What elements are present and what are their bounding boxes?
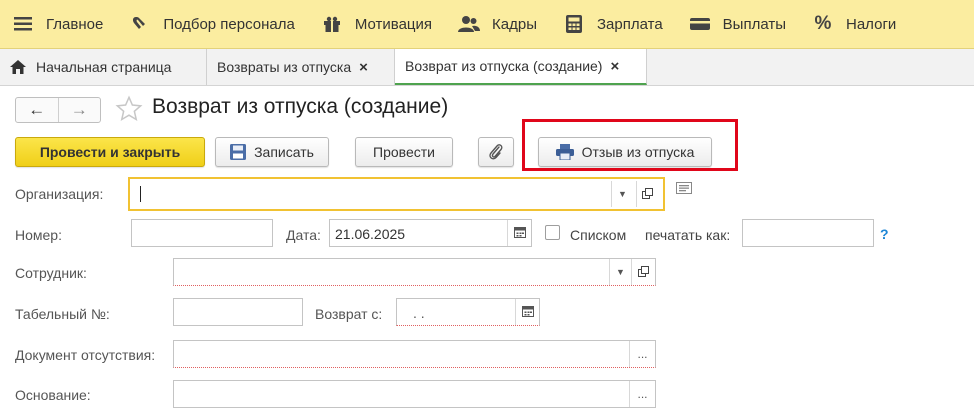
organization-label: Организация: — [15, 186, 104, 202]
organization-dropdown-button[interactable]: ▼ — [611, 181, 633, 207]
section-main[interactable]: Главное — [0, 0, 117, 48]
date-calendar-button[interactable] — [507, 220, 531, 246]
basis-label: Основание: — [15, 387, 91, 403]
number-input[interactable] — [131, 219, 273, 247]
number-label: Номер: — [15, 227, 62, 243]
tab-number-label: Табельный №: — [15, 306, 110, 322]
open-form-icon — [638, 265, 649, 279]
section-taxes[interactable]: % Налоги — [800, 0, 910, 48]
return-from-value: . . — [413, 305, 425, 321]
absence-document-select-button[interactable]: ... — [629, 341, 655, 367]
paperclip-icon — [488, 143, 504, 161]
return-from-field[interactable]: . . — [396, 298, 540, 326]
tab-number-input[interactable] — [173, 298, 303, 326]
print-as-input[interactable] — [742, 219, 874, 247]
chevron-down-icon: ▼ — [616, 267, 625, 277]
highlight-frame — [522, 119, 738, 171]
organization-field-focus: ▼ — [128, 177, 665, 211]
tab-label: Возврат из отпуска (создание) — [405, 58, 603, 74]
basis-field[interactable]: ... — [173, 380, 656, 408]
basis-select-button[interactable]: ... — [629, 381, 655, 407]
section-label: Налоги — [846, 15, 897, 33]
section-payments[interactable]: Выплаты — [677, 0, 800, 48]
wallet-icon — [689, 13, 711, 35]
save-icon — [230, 144, 247, 160]
date-field[interactable]: 21.06.2025 — [329, 219, 532, 247]
employee-dropdown-button[interactable]: ▼ — [609, 259, 631, 285]
organization-field[interactable] — [133, 181, 611, 207]
section-label: Главное — [46, 15, 104, 33]
date-value: 21.06.2025 — [335, 226, 406, 242]
tab-vacation-return-create[interactable]: Возврат из отпуска (создание) × — [395, 49, 647, 85]
back-button[interactable]: ← — [16, 98, 58, 122]
chevron-down-icon: ▼ — [618, 189, 627, 199]
attach-button[interactable] — [478, 137, 514, 167]
list-checkbox[interactable] — [545, 225, 560, 240]
users-icon — [458, 13, 481, 35]
date-label: Дата: — [286, 227, 321, 243]
return-from-calendar-button[interactable] — [515, 299, 539, 325]
document-list-icon[interactable] — [676, 181, 692, 197]
return-from-label: Возврат с: — [315, 306, 383, 322]
list-checkbox-label: Списком — [570, 227, 627, 243]
employee-label: Сотрудник: — [15, 265, 87, 281]
percent-icon: % — [814, 13, 832, 34]
organization-input[interactable] — [133, 181, 611, 207]
absence-document-label: Документ отсутствия: — [15, 347, 156, 363]
section-salary[interactable]: Зарплата — [551, 0, 677, 48]
section-label: Мотивация — [354, 15, 433, 33]
calculator-icon — [563, 13, 585, 35]
section-label: Кадры — [492, 15, 537, 33]
help-link[interactable]: ? — [880, 226, 889, 242]
close-icon[interactable]: × — [359, 59, 368, 76]
text-cursor — [140, 186, 141, 202]
section-hr[interactable]: Кадры — [446, 0, 551, 48]
calendar-icon — [513, 226, 526, 240]
page-title: Возврат из отпуска (создание) — [152, 95, 449, 118]
handshake-icon — [129, 13, 151, 35]
gift-icon — [321, 13, 343, 35]
home-icon — [10, 60, 26, 74]
post-and-close-button[interactable]: Провести и закрыть — [15, 137, 205, 167]
favorite-star-icon[interactable] — [115, 95, 143, 123]
calendar-icon — [521, 305, 534, 319]
tab-label: Начальная страница — [36, 59, 172, 75]
section-panel: Главное Подбор персонала Мотивация Кадры… — [0, 0, 974, 49]
section-label: Зарплата — [596, 15, 663, 33]
print-as-label: печатать как: — [645, 227, 731, 243]
close-icon[interactable]: × — [610, 58, 619, 75]
open-form-icon — [642, 187, 653, 201]
employee-field[interactable]: ▼ — [173, 258, 656, 286]
tab-label: Возвраты из отпуска — [217, 59, 352, 75]
employee-open-button[interactable] — [631, 259, 655, 285]
save-label: Записать — [254, 144, 314, 160]
absence-document-field[interactable]: ... — [173, 340, 656, 368]
tab-home[interactable]: Начальная страница — [0, 49, 207, 85]
organization-open-button[interactable] — [636, 181, 658, 207]
navigation-buttons: ← → — [15, 97, 101, 123]
section-label: Выплаты — [722, 15, 786, 33]
post-button[interactable]: Провести — [355, 137, 453, 167]
forward-button[interactable]: → — [57, 98, 101, 122]
section-recruiting[interactable]: Подбор персонала — [117, 0, 309, 48]
open-windows-tabs: Начальная страница Возвраты из отпуска ×… — [0, 49, 974, 86]
section-label: Подбор персонала — [163, 15, 295, 33]
tab-vacation-returns[interactable]: Возвраты из отпуска × — [207, 49, 395, 85]
section-motivation[interactable]: Мотивация — [309, 0, 446, 48]
menu-icon — [12, 13, 34, 35]
save-button[interactable]: Записать — [215, 137, 329, 167]
